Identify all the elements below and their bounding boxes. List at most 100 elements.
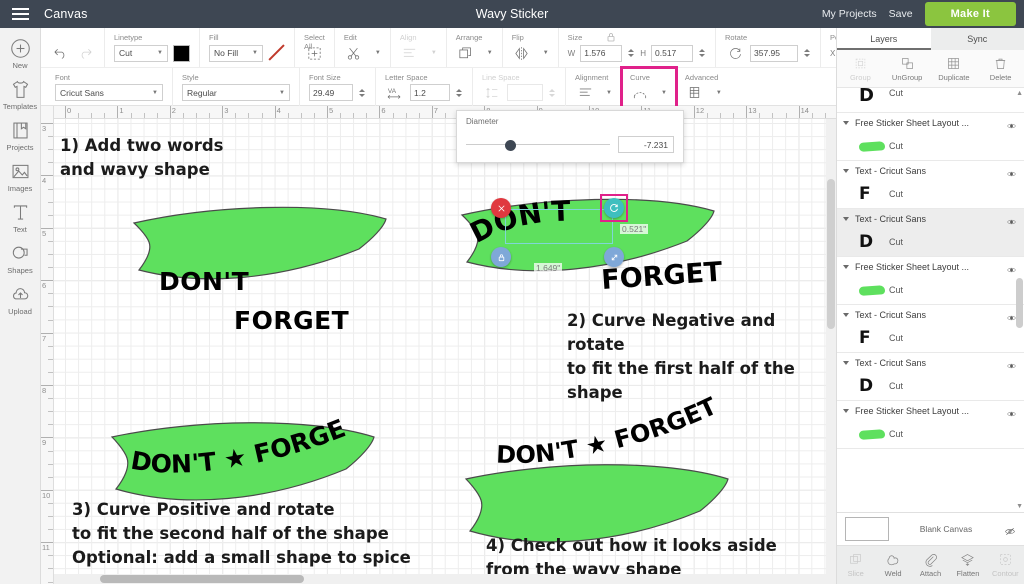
font-size-stepper[interactable] [358, 88, 366, 97]
layers-scrollbar[interactable]: ▲ ▼ [1015, 88, 1023, 512]
layer-group[interactable]: Text - Cricut Sans F Cut [837, 161, 1024, 209]
chevron-down-icon[interactable] [843, 168, 849, 173]
scrollbar-thumb[interactable] [827, 179, 835, 329]
sidebar-item-images[interactable]: Images [0, 159, 41, 193]
chevron-down-icon[interactable]: ▼ [375, 50, 381, 56]
duplicate-button[interactable]: Duplicate [931, 50, 978, 87]
chevron-down-icon[interactable]: ▼ [543, 50, 549, 56]
chevron-down-icon[interactable]: ▼ [661, 90, 667, 96]
width-stepper[interactable] [627, 49, 635, 57]
attach-button[interactable]: Attach [912, 552, 949, 578]
slice-button[interactable]: Slice [837, 552, 874, 578]
layer-group-header[interactable]: Free Sticker Sheet Layout ... [837, 401, 1024, 420]
layer-row[interactable]: Cut [837, 276, 1024, 304]
layer-group[interactable]: Free Sticker Sheet Layout ... Cut [837, 257, 1024, 305]
layer-group-header[interactable]: Free Sticker Sheet Layout ... [837, 257, 1024, 276]
edit-scissors-icon[interactable] [344, 44, 364, 63]
diameter-value-input[interactable]: -7.231 [618, 136, 674, 153]
scrollbar-thumb[interactable] [100, 575, 304, 583]
curve-icon[interactable] [630, 83, 650, 102]
height-input[interactable]: 0.517 [651, 44, 694, 62]
flatten-button[interactable]: Flatten [949, 552, 986, 578]
style-select[interactable]: Regular ▼ [182, 84, 290, 101]
layer-row-partial[interactable]: D Cut [837, 88, 1024, 113]
rotate-input[interactable]: 357.95 [750, 44, 799, 62]
chevron-down-icon[interactable] [843, 216, 849, 221]
select-all-icon[interactable] [304, 44, 324, 63]
chevron-down-icon[interactable] [843, 360, 849, 365]
letter-space-input[interactable]: 1.2 [410, 84, 450, 101]
save-button[interactable]: Save [889, 8, 913, 20]
chevron-down-icon[interactable]: ▼ [716, 90, 722, 96]
arrange-icon[interactable] [456, 44, 476, 63]
redo-icon[interactable] [75, 44, 95, 63]
linetype-color-swatch[interactable] [173, 44, 190, 62]
lock-icon[interactable] [491, 247, 511, 267]
layer-row[interactable]: F Cut [837, 324, 1024, 352]
linetype-select[interactable]: Cut ▼ [114, 44, 168, 62]
layer-group[interactable]: Free Sticker Sheet Layout ... Cut [837, 401, 1024, 449]
layer-group-header[interactable]: Text - Cricut Sans [837, 161, 1024, 180]
layer-group-header[interactable]: Text - Cricut Sans [837, 305, 1024, 324]
layer-row[interactable]: Cut [837, 420, 1024, 448]
tab-layers[interactable]: Layers [837, 28, 931, 50]
canvas-text-forget[interactable]: FORGET [234, 306, 349, 335]
hamburger-icon[interactable] [0, 8, 40, 20]
advanced-icon[interactable] [685, 83, 705, 102]
sidebar-item-text[interactable]: Text [0, 200, 41, 234]
letter-space-stepper[interactable] [455, 88, 463, 97]
weld-button[interactable]: Weld [874, 552, 911, 578]
slider-knob[interactable] [504, 139, 516, 151]
ungroup-button[interactable]: UnGroup [884, 50, 931, 87]
canvas-grid[interactable]: DON'T DON'T ★ FORGET DON'T ★ FORGET FORG… [54, 119, 836, 584]
chevron-down-icon[interactable] [843, 120, 849, 125]
make-it-button[interactable]: Make It [924, 2, 1016, 26]
layer-row[interactable]: F Cut [837, 180, 1024, 208]
font-size-input[interactable]: 29.49 [309, 84, 353, 101]
flip-icon[interactable] [512, 44, 532, 63]
alignment-icon[interactable] [575, 83, 595, 102]
scrollbar-thumb[interactable] [1016, 278, 1023, 328]
aspect-lock-icon[interactable] [605, 30, 617, 48]
resize-icon[interactable] [604, 247, 624, 267]
delete-button[interactable]: Delete [977, 50, 1024, 87]
layer-row[interactable]: D Cut [837, 228, 1024, 256]
layer-group[interactable]: Text - Cricut Sans F Cut [837, 305, 1024, 353]
height-stepper[interactable] [698, 49, 706, 57]
blank-canvas-row[interactable]: Blank Canvas [837, 512, 1024, 546]
chevron-down-icon[interactable]: ▼ [606, 90, 612, 96]
font-select[interactable]: Cricut Sans ▼ [55, 84, 163, 101]
layer-group[interactable]: Text - Cricut Sans D Cut [837, 353, 1024, 401]
group-button[interactable]: Group [837, 50, 884, 87]
layers-list[interactable]: D Cut Free Sticker Sheet Layout ... Cut Te… [837, 88, 1024, 512]
no-fill-icon[interactable] [268, 45, 285, 62]
tab-sync[interactable]: Sync [931, 28, 1024, 50]
layer-row[interactable]: Cut [837, 132, 1024, 160]
canvas-text-dont[interactable]: DON'T [159, 267, 249, 296]
diameter-slider[interactable] [466, 138, 610, 152]
undo-icon[interactable] [50, 44, 70, 63]
sidebar-item-shapes[interactable]: Shapes [0, 241, 41, 275]
layer-group-header[interactable]: Text - Cricut Sans [837, 353, 1024, 372]
delete-icon[interactable] [491, 198, 511, 218]
chevron-down-icon[interactable] [843, 408, 849, 413]
chevron-down-icon[interactable] [843, 312, 849, 317]
fill-select[interactable]: No Fill ▼ [209, 44, 263, 62]
layer-group[interactable]: Free Sticker Sheet Layout ... Cut [837, 113, 1024, 161]
layer-group[interactable]: Text - Cricut Sans D Cut [837, 209, 1024, 257]
sidebar-item-templates[interactable]: Templates [0, 77, 41, 111]
scroll-up-arrow[interactable]: ▲ [1016, 90, 1023, 97]
sidebar-item-upload[interactable]: Upload [0, 282, 41, 316]
layer-group-header[interactable]: Text - Cricut Sans [837, 209, 1024, 228]
scroll-down-arrow[interactable]: ▼ [1016, 503, 1023, 510]
layer-row[interactable]: D Cut [837, 372, 1024, 400]
rotate-stepper[interactable] [803, 49, 811, 57]
canvas-horizontal-scrollbar[interactable] [54, 574, 836, 584]
blank-canvas-swatch[interactable] [845, 517, 889, 541]
canvas-vertical-scrollbar[interactable] [826, 119, 836, 574]
sidebar-item-new[interactable]: New [0, 36, 41, 70]
layer-group-header[interactable]: Free Sticker Sheet Layout ... [837, 113, 1024, 132]
contour-button[interactable]: Contour [987, 552, 1024, 578]
chevron-down-icon[interactable] [843, 264, 849, 269]
curve-group[interactable]: Curve ▼ [619, 65, 678, 109]
